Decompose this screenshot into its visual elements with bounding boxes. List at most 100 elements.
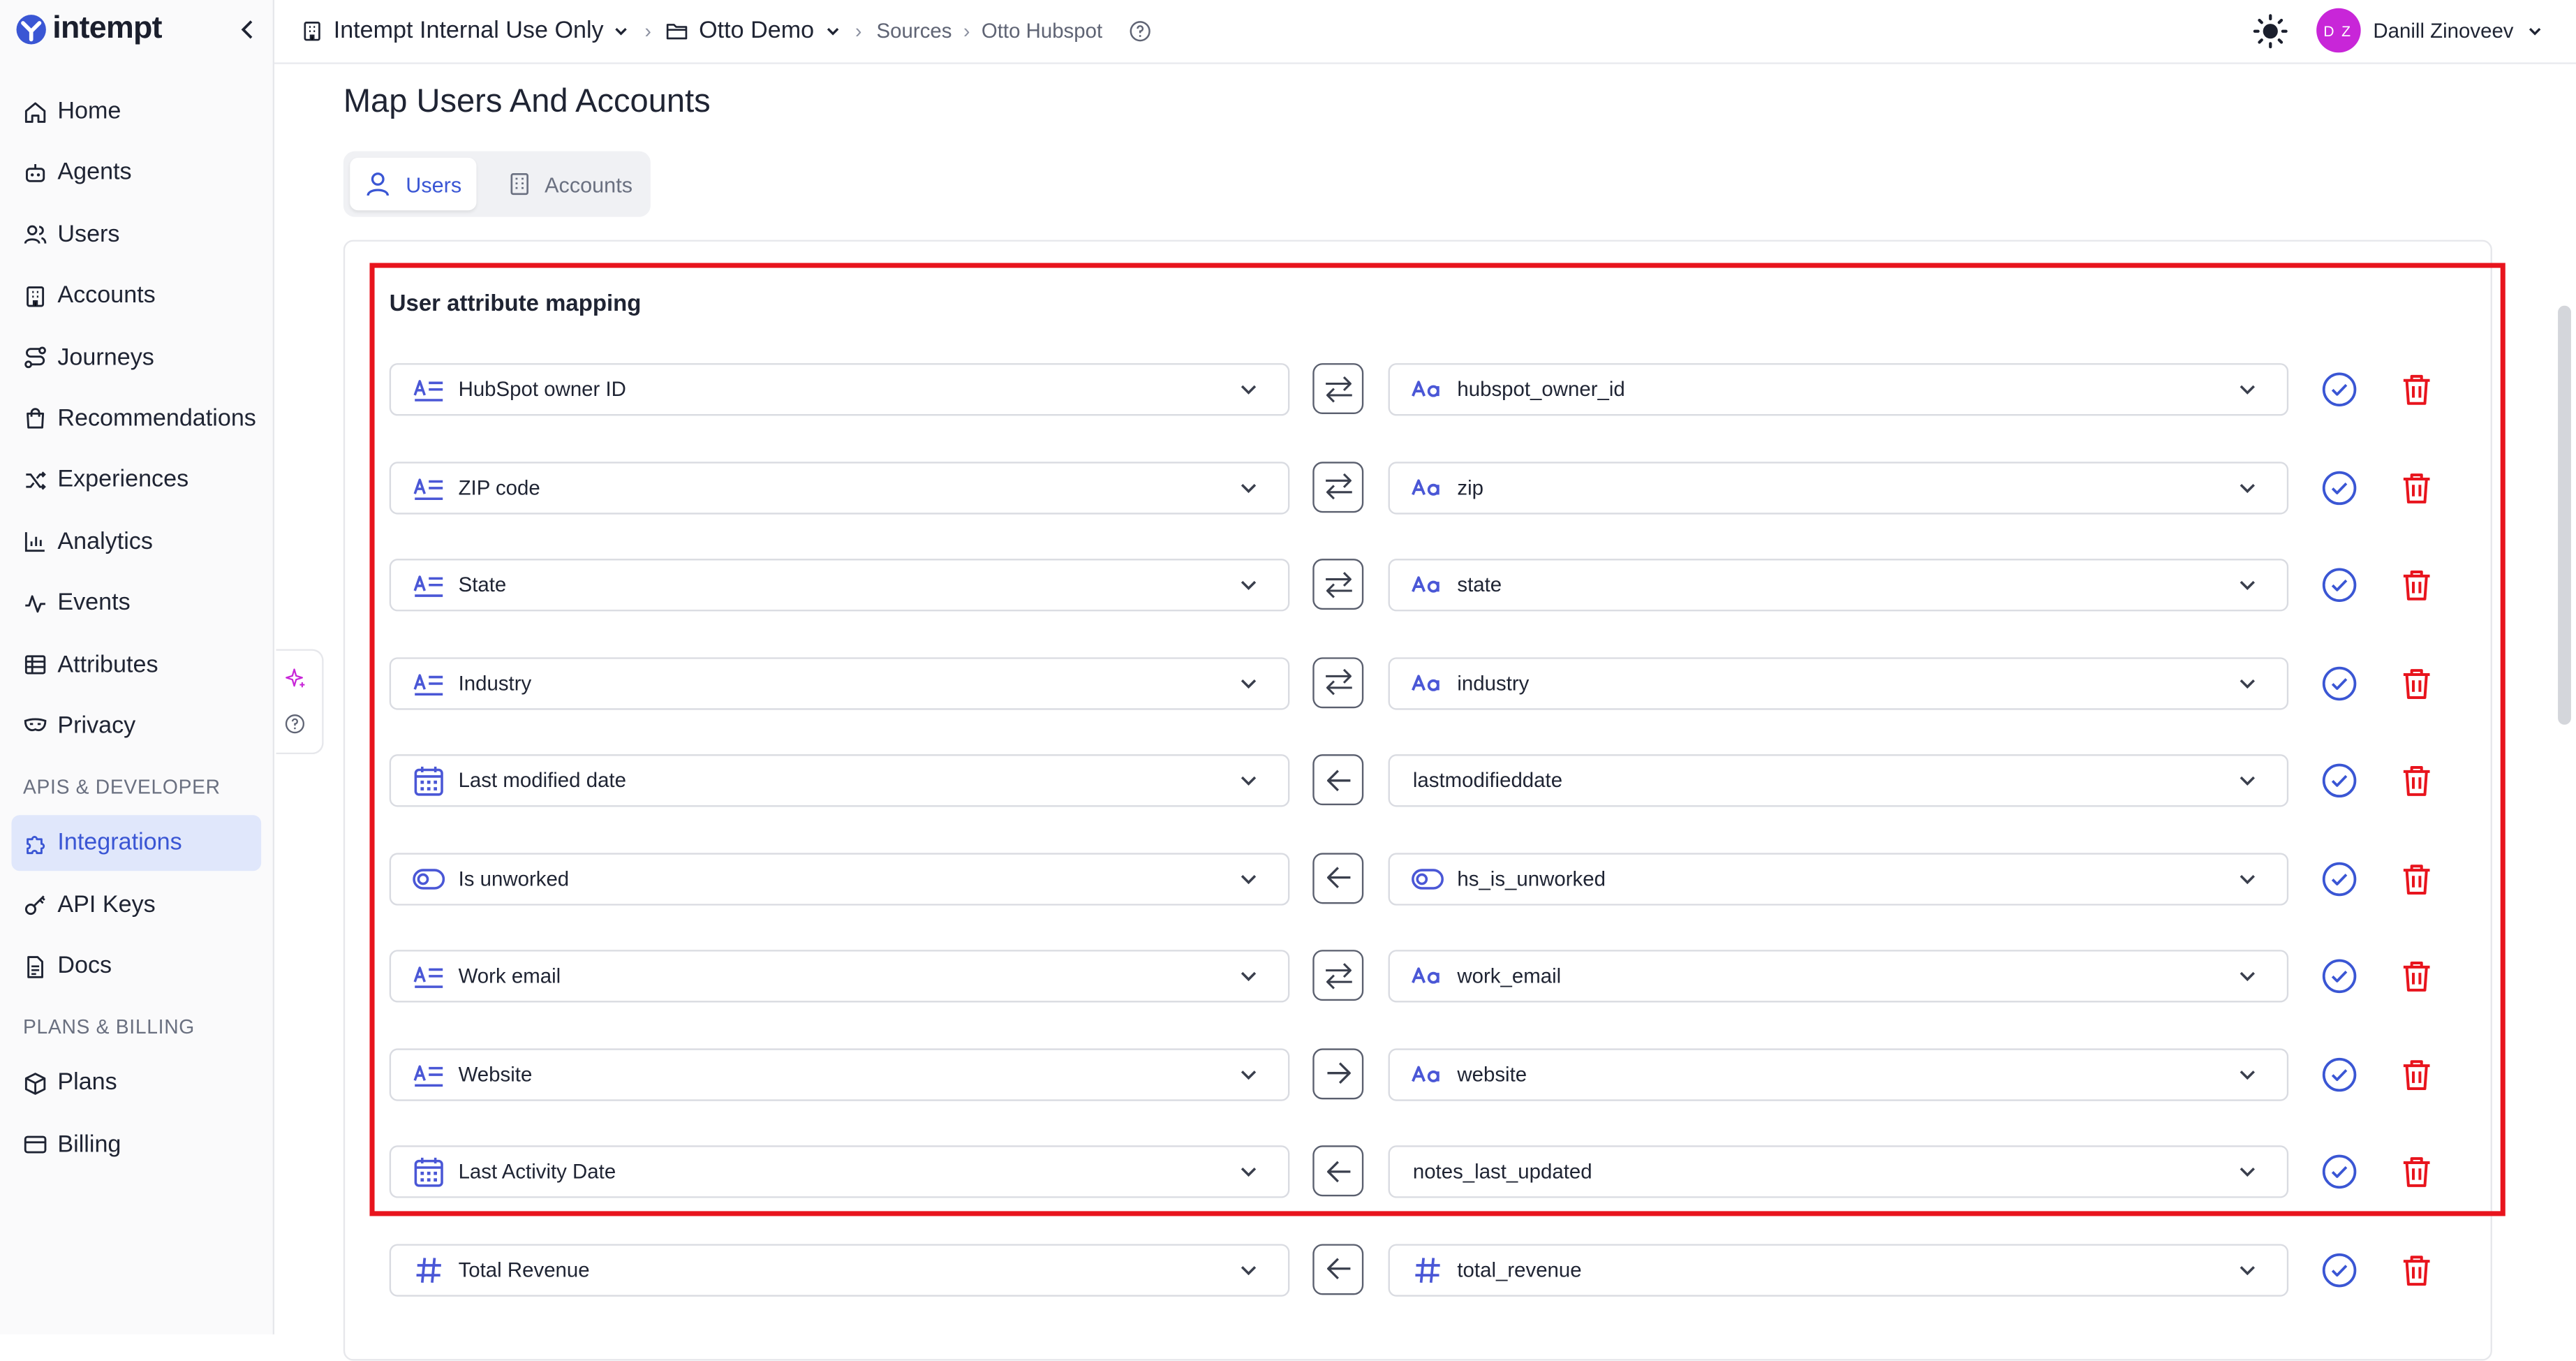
- key-icon: [24, 895, 45, 915]
- chevron-down-icon: [1241, 971, 1257, 982]
- sidebar-item-accounts[interactable]: Accounts: [11, 268, 261, 324]
- help-circle-icon[interactable]: [1129, 20, 1152, 43]
- chevron-down-icon: [2240, 483, 2255, 492]
- sidebar-item-docs[interactable]: Docs: [11, 939, 261, 994]
- sidebar-item-billing[interactable]: Billing: [11, 1117, 261, 1173]
- confirm-check-icon[interactable]: [2321, 567, 2357, 603]
- project-switcher[interactable]: Otto Demo: [666, 18, 841, 45]
- scrollbar[interactable]: [2558, 305, 2571, 725]
- theme-toggle-sun-icon[interactable]: [2252, 13, 2288, 50]
- delete-trash-icon[interactable]: [2399, 763, 2435, 799]
- attribute-select-value: ZIP code: [458, 476, 540, 499]
- sync-direction-button[interactable]: [1312, 461, 1364, 513]
- sidebar-item-events[interactable]: Events: [11, 575, 261, 631]
- mapping-row: ZIP code zip: [389, 461, 2459, 514]
- chevron-down-icon: [616, 28, 628, 36]
- users-icon: [24, 226, 47, 244]
- attribute-select[interactable]: State: [389, 559, 1290, 612]
- source-field-select[interactable]: lastmodifieddate: [1388, 754, 2289, 807]
- sync-direction-button[interactable]: [1312, 559, 1364, 610]
- sync-direction-button[interactable]: [1312, 656, 1364, 708]
- sparkle-ai-icon[interactable]: [284, 667, 307, 690]
- chevron-down-icon: [2240, 1167, 2255, 1177]
- source-field-select[interactable]: industry: [1388, 656, 2289, 709]
- user-menu[interactable]: D Z Danill Zinoveev: [2316, 8, 2543, 53]
- brand-logo[interactable]: intempt: [15, 11, 163, 47]
- chevron-down-icon: [2240, 678, 2255, 688]
- confirm-check-icon[interactable]: [2321, 469, 2357, 506]
- confirm-check-icon[interactable]: [2321, 665, 2357, 701]
- box-icon: [24, 1073, 46, 1095]
- confirm-check-icon[interactable]: [2321, 1251, 2357, 1288]
- attribute-select[interactable]: Website: [389, 1047, 1290, 1101]
- sidebar-item-analytics[interactable]: Analytics: [11, 514, 261, 570]
- sidebar-item-label: API Keys: [57, 892, 156, 918]
- sidebar-item-users[interactable]: Users: [11, 207, 261, 263]
- attribute-select-value: Work email: [458, 964, 561, 988]
- sync-direction-button[interactable]: [1312, 852, 1364, 904]
- sidebar-item-agents[interactable]: Agents: [11, 145, 261, 201]
- delete-trash-icon[interactable]: [2399, 567, 2435, 603]
- breadcrumb-sources-link[interactable]: Sources: [877, 20, 952, 43]
- source-field-select[interactable]: hubspot_owner_id: [1388, 363, 2289, 416]
- bidirectional-arrows-icon: [1322, 374, 1354, 403]
- sidebar-item-home[interactable]: Home: [11, 84, 261, 140]
- delete-trash-icon[interactable]: [2399, 1251, 2435, 1288]
- sidebar-item-api-keys[interactable]: API Keys: [11, 877, 261, 933]
- sync-direction-button[interactable]: [1312, 1047, 1364, 1099]
- attribute-select[interactable]: Work email: [389, 950, 1290, 1003]
- text-type-icon: [413, 373, 445, 406]
- sidebar-item-experiences[interactable]: Experiences: [11, 453, 261, 508]
- arrow-left-icon: [1324, 1158, 1353, 1184]
- confirm-check-icon[interactable]: [2321, 1154, 2357, 1190]
- tab-users[interactable]: Users: [350, 157, 477, 211]
- attribute-select[interactable]: Last modified date: [389, 754, 1290, 807]
- sidebar-item-integrations[interactable]: Integrations: [11, 815, 262, 871]
- confirm-check-icon[interactable]: [2321, 860, 2357, 897]
- attribute-select[interactable]: Last Activity Date: [389, 1145, 1290, 1198]
- delete-trash-icon[interactable]: [2399, 665, 2435, 701]
- chevron-down-icon: [1241, 483, 1257, 492]
- org-switcher[interactable]: Intempt Internal Use Only: [301, 18, 630, 45]
- delete-trash-icon[interactable]: [2399, 1154, 2435, 1190]
- chevron-down-icon: [2240, 874, 2255, 884]
- sync-direction-button[interactable]: [1312, 754, 1364, 806]
- source-field-select[interactable]: state: [1388, 559, 2289, 612]
- bidirectional-arrows-icon: [1322, 961, 1354, 990]
- sync-direction-button[interactable]: [1312, 363, 1364, 415]
- tab-accounts[interactable]: Accounts: [494, 158, 646, 210]
- sync-direction-button[interactable]: [1312, 1145, 1364, 1197]
- attribute-select[interactable]: Is unworked: [389, 852, 1290, 905]
- confirm-check-icon[interactable]: [2321, 763, 2357, 799]
- delete-trash-icon[interactable]: [2399, 371, 2435, 408]
- sidebar-item-recommendations[interactable]: Recommendations: [11, 391, 261, 447]
- sidebar-item-attributes[interactable]: Attributes: [11, 637, 261, 693]
- collapse-sidebar-button[interactable]: [235, 13, 262, 46]
- delete-trash-icon[interactable]: [2399, 1056, 2435, 1092]
- sidebar-item-label: Billing: [57, 1132, 121, 1158]
- source-field-select[interactable]: hs_is_unworked: [1388, 852, 2289, 905]
- attribute-select[interactable]: Total Revenue: [389, 1243, 1290, 1296]
- activity-icon: [25, 594, 45, 612]
- help-circle-icon[interactable]: [284, 713, 306, 735]
- sidebar-item-plans[interactable]: Plans: [11, 1056, 261, 1112]
- attribute-select[interactable]: Industry: [389, 656, 1290, 709]
- source-field-select[interactable]: total_revenue: [1388, 1243, 2289, 1296]
- source-field-select[interactable]: website: [1388, 1047, 2289, 1101]
- confirm-check-icon[interactable]: [2321, 958, 2357, 994]
- confirm-check-icon[interactable]: [2321, 371, 2357, 408]
- delete-trash-icon[interactable]: [2399, 860, 2435, 897]
- attribute-select[interactable]: ZIP code: [389, 461, 1290, 514]
- source-field-select[interactable]: work_email: [1388, 950, 2289, 1003]
- section-label-plans-billing: PLANS & BILLING: [22, 1016, 195, 1040]
- sidebar-item-journeys[interactable]: Journeys: [11, 330, 261, 385]
- delete-trash-icon[interactable]: [2399, 958, 2435, 994]
- sync-direction-button[interactable]: [1312, 950, 1364, 1001]
- sync-direction-button[interactable]: [1312, 1243, 1364, 1295]
- confirm-check-icon[interactable]: [2321, 1056, 2357, 1092]
- delete-trash-icon[interactable]: [2399, 469, 2435, 506]
- source-field-select[interactable]: notes_last_updated: [1388, 1145, 2289, 1198]
- source-field-select[interactable]: zip: [1388, 461, 2289, 514]
- sidebar-item-privacy[interactable]: Privacy: [11, 698, 261, 754]
- attribute-select[interactable]: HubSpot owner ID: [389, 363, 1290, 416]
